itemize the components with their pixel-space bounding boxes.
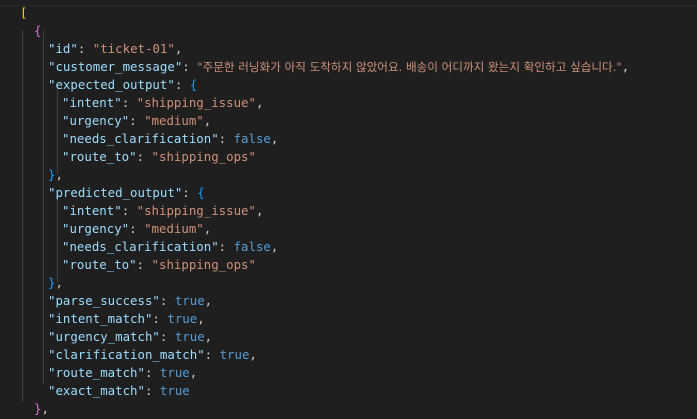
token-punc: : [152, 311, 168, 326]
token-br2: { [34, 23, 42, 38]
code-line[interactable]: "urgency_match": true, [0, 328, 212, 346]
code-line[interactable]: "exact_match": true [0, 382, 190, 400]
token-key: "exact_match" [48, 383, 145, 398]
token-punc: , [249, 347, 257, 362]
code-line[interactable]: "expected_output": { [0, 76, 197, 94]
code-line[interactable]: "route_match": true, [0, 364, 197, 382]
token-str: "shipping_issue" [136, 203, 256, 218]
token-key: "intent_match" [48, 311, 153, 326]
code-line[interactable]: "predicted_output": { [0, 184, 205, 202]
token-str: "shipping_ops" [151, 257, 256, 272]
token-key: "customer_message" [48, 59, 183, 74]
token-key: "needs_clarification" [62, 239, 219, 254]
token-key: "id" [48, 41, 78, 56]
code-line[interactable]: "id": "ticket-01", [0, 40, 182, 58]
token-punc: , [203, 113, 212, 128]
code-line[interactable]: }, [0, 400, 49, 418]
token-str: "shipping_ops" [151, 149, 256, 164]
token-punc: , [270, 239, 279, 254]
token-key: "predicted_output" [48, 185, 183, 200]
token-punc: , [174, 41, 183, 56]
token-punc: : [144, 383, 160, 398]
token-punc: : [159, 293, 175, 308]
code-line[interactable]: "needs_clarification": false, [0, 130, 278, 148]
token-str: "shipping_issue" [136, 95, 256, 110]
token-key: "intent" [62, 95, 122, 110]
code-line[interactable]: "intent": "shipping_issue", [0, 94, 263, 112]
code-line[interactable]: "route_to": "shipping_ops" [0, 256, 256, 274]
token-str: "ticket-01" [92, 41, 175, 56]
token-str: "medium" [144, 221, 204, 236]
token-bool: true [174, 329, 205, 344]
token-punc: , [204, 293, 213, 308]
token-key: "route_to" [62, 149, 137, 164]
token-punc: , [270, 131, 279, 146]
token-punc: : [121, 203, 137, 218]
token-punc: : [136, 257, 152, 272]
code-line[interactable]: }, [0, 274, 63, 292]
token-key: "expected_output" [48, 77, 175, 92]
code-line[interactable]: "urgency": "medium", [0, 220, 211, 238]
token-punc: , [621, 59, 630, 74]
code-line[interactable]: "customer_message": "주문한 러닝화가 아직 도착하지 않았… [0, 58, 629, 76]
token-bool: true [159, 383, 190, 398]
token-br1: [ [20, 5, 28, 20]
token-key: "needs_clarification" [62, 131, 219, 146]
token-punc: , [204, 329, 213, 344]
token-key: "urgency" [62, 221, 130, 236]
token-punc: , [55, 167, 63, 182]
token-punc: , [189, 365, 198, 380]
token-key: "urgency" [62, 113, 130, 128]
token-punc: : [182, 185, 198, 200]
token-str: "medium" [144, 113, 204, 128]
code-line[interactable]: "intent": "shipping_issue", [0, 202, 263, 220]
code-line[interactable]: "route_to": "shipping_ops" [0, 148, 256, 166]
token-punc: : [129, 221, 145, 236]
token-bool: false [233, 131, 271, 146]
token-punc: : [174, 77, 190, 92]
token-punc: , [203, 221, 212, 236]
code-line[interactable]: "parse_success": true, [0, 292, 212, 310]
token-punc: , [255, 95, 264, 110]
token-punc: , [197, 311, 205, 326]
token-punc: : [159, 329, 175, 344]
token-punc: : [144, 365, 160, 380]
token-key: "clarification_match" [48, 347, 205, 362]
token-bool: false [233, 239, 271, 254]
token-key: "urgency_match" [48, 329, 160, 344]
token-key: "intent" [62, 203, 122, 218]
code-line[interactable]: [ [0, 4, 27, 22]
token-key: "parse_success" [48, 293, 160, 308]
token-punc: , [41, 401, 49, 416]
token-punc: : [136, 149, 152, 164]
token-bool: true [174, 293, 205, 308]
token-bool: true [219, 347, 250, 362]
code-line[interactable]: "urgency": "medium", [0, 112, 211, 130]
token-str: "주문한 러닝화가 아직 도착하지 않았어요. 배송이 어디까지 왔는지 확인하… [197, 60, 622, 74]
token-punc: , [55, 275, 63, 290]
token-key: "route_match" [48, 365, 145, 380]
token-punc: : [77, 41, 93, 56]
token-br3: { [197, 185, 205, 200]
token-punc: , [255, 203, 264, 218]
token-br3: { [189, 77, 198, 92]
code-line[interactable]: "needs_clarification": false, [0, 238, 278, 256]
token-bool: true [167, 311, 198, 326]
json-code-editor[interactable]: [{"id": "ticket-01", "customer_message": … [0, 0, 697, 419]
token-punc: : [218, 131, 234, 146]
token-punc: : [129, 113, 145, 128]
token-bool: true [159, 365, 190, 380]
code-line[interactable]: "clarification_match": true, [0, 346, 257, 364]
token-punc: : [121, 95, 137, 110]
token-punc: : [218, 239, 234, 254]
code-line[interactable]: }, [0, 166, 63, 184]
code-line[interactable]: { [0, 22, 41, 40]
code-line[interactable]: "intent_match": true, [0, 310, 205, 328]
token-key: "route_to" [62, 257, 137, 272]
token-punc: : [182, 59, 198, 74]
token-punc: : [204, 347, 220, 362]
